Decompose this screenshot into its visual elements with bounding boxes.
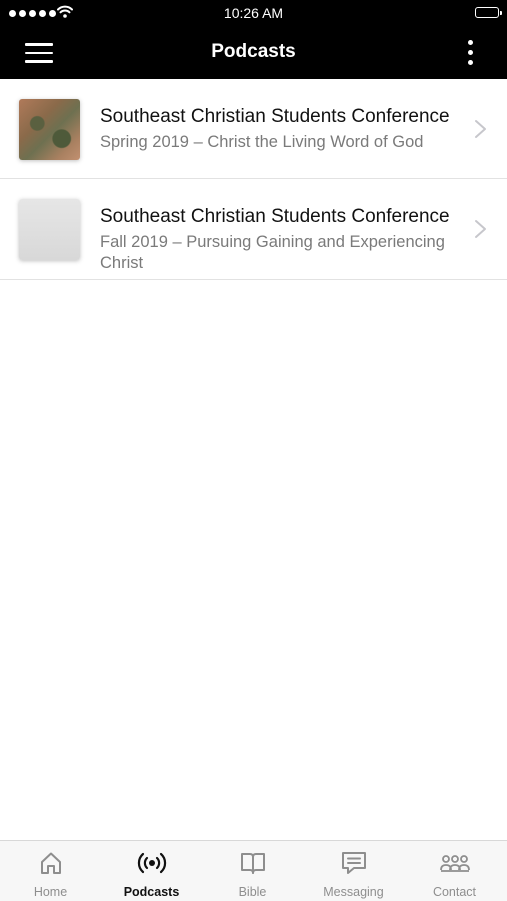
more-options-icon[interactable]: [467, 40, 475, 66]
tab-messaging[interactable]: Messaging: [303, 841, 404, 901]
broadcast-icon: [137, 852, 166, 874]
tab-home[interactable]: Home: [0, 841, 101, 901]
chevron-right-icon: [475, 120, 486, 138]
book-icon: [240, 853, 265, 874]
tab-podcasts[interactable]: Podcasts: [101, 841, 202, 901]
status-time: 10:26 AM: [223, 5, 284, 21]
podcast-thumbnail: [19, 199, 80, 260]
battery-icon: [475, 7, 502, 18]
podcast-subtitle: Spring 2019 – Christ the Living Word of …: [100, 133, 424, 151]
message-icon: [341, 852, 366, 874]
podcast-list: Southeast Christian Students Conference …: [0, 79, 507, 280]
tab-label: Home: [33, 885, 68, 899]
tab-label: Podcasts: [123, 885, 180, 899]
tab-label: Bible: [238, 885, 267, 899]
tab-bar: Home Podcasts Bible Messaging Contact: [0, 840, 507, 901]
tab-label: Messaging: [323, 885, 384, 899]
tab-label: Contact: [432, 885, 477, 899]
tab-bible[interactable]: Bible: [202, 841, 303, 901]
chevron-right-icon: [475, 220, 486, 238]
page-title: Podcasts: [211, 41, 296, 62]
podcast-row[interactable]: Southeast Christian Students Conference …: [0, 179, 507, 280]
podcast-title: Southeast Christian Students Conference: [100, 206, 450, 227]
home-icon: [40, 852, 61, 874]
podcast-subtitle: Fall 2019 – Pursuing Gaining and Experie…: [100, 233, 445, 272]
status-bar: 10:26 AM: [0, 0, 507, 26]
podcast-thumbnail: [19, 99, 80, 160]
podcast-title: Southeast Christian Students Conference: [100, 106, 450, 127]
people-icon: [439, 855, 470, 872]
tab-contact[interactable]: Contact: [404, 841, 505, 901]
podcast-row[interactable]: Southeast Christian Students Conference …: [0, 79, 507, 179]
nav-bar: Podcasts: [0, 26, 507, 79]
